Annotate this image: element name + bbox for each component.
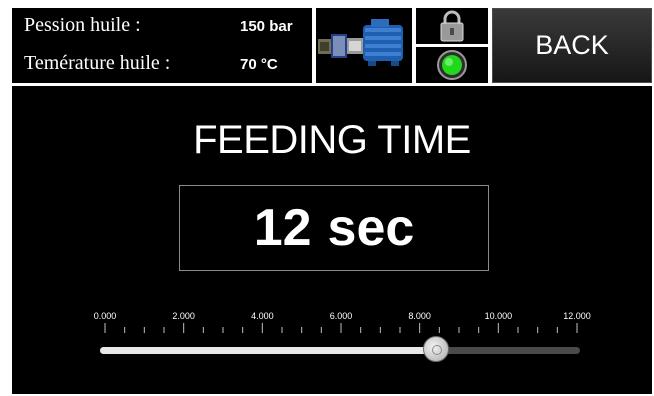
slider-scale [104, 323, 578, 333]
slider-thumb[interactable] [423, 336, 449, 362]
feeding-time-slider[interactable] [100, 347, 580, 354]
tick-label: 12.000 [563, 311, 591, 321]
tick-label: 6.000 [329, 311, 353, 321]
tick-label: 0.000 [93, 311, 117, 321]
tick-label: 10.000 [484, 311, 513, 321]
tick-label: 8.000 [408, 311, 431, 321]
slider-fill [100, 347, 436, 354]
tick-label: 4.000 [251, 311, 274, 321]
tick-label: 2.000 [172, 311, 195, 321]
